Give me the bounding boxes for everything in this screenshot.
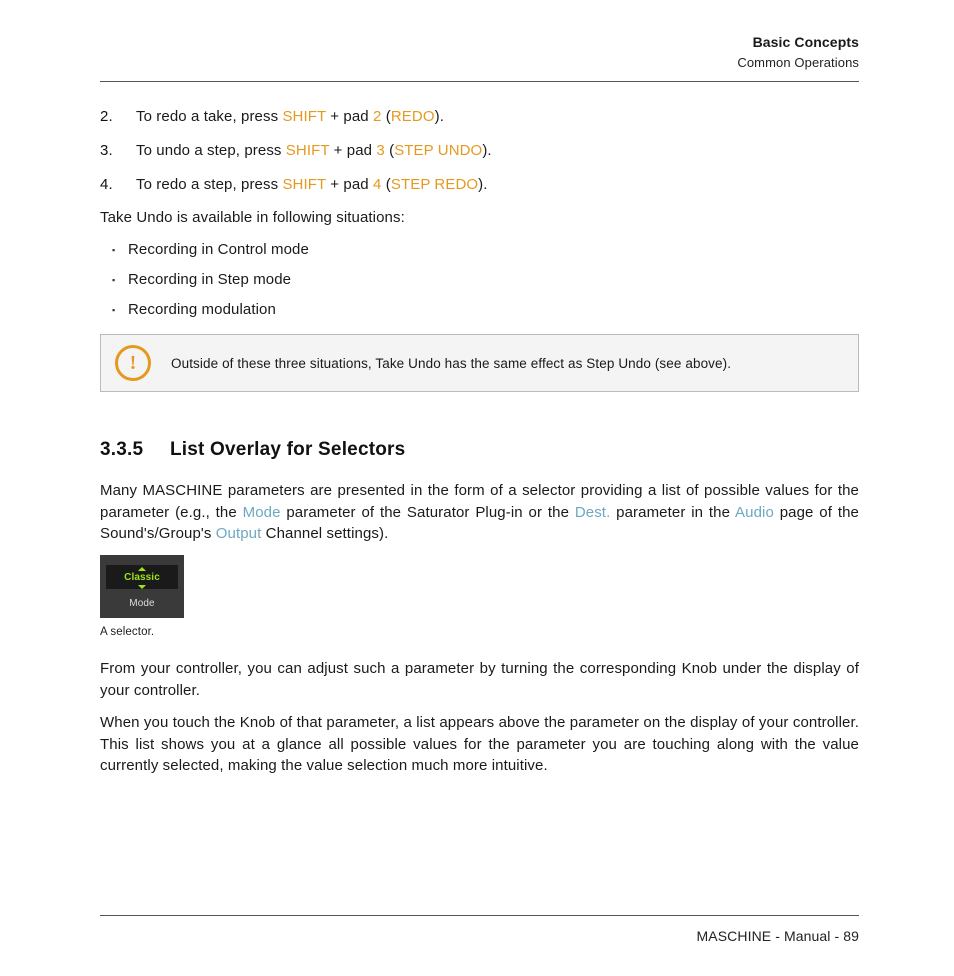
key-label: STEP UNDO (394, 142, 482, 159)
paragraph: Many MASCHINE parameters are presented i… (100, 480, 859, 545)
step-item: 3. To undo a step, press SHIFT + pad 3 (… (100, 140, 859, 162)
key-label: 3 (376, 142, 384, 159)
paragraph: Take Undo is available in following situ… (100, 207, 859, 229)
warning-icon: ! (115, 345, 151, 381)
step-number: 4. (100, 174, 136, 196)
key-label: SHIFT (282, 176, 326, 193)
header-title: Basic Concepts (100, 32, 859, 52)
header-subtitle: Common Operations (100, 54, 859, 73)
selector-chip[interactable]: Classic (106, 565, 178, 589)
key-label: REDO (391, 108, 435, 125)
step-item: 4. To redo a step, press SHIFT + pad 4 (… (100, 174, 859, 196)
key-label: STEP REDO (391, 176, 478, 193)
step-item: 2. To redo a take, press SHIFT + pad 2 (… (100, 106, 859, 128)
step-text: To undo a step, press SHIFT + pad 3 (STE… (136, 140, 492, 162)
spacer (100, 787, 859, 907)
figure-caption: A selector. (100, 624, 859, 641)
step-number: 2. (100, 106, 136, 128)
numbered-steps: 2. To redo a take, press SHIFT + pad 2 (… (100, 106, 859, 195)
inline-link[interactable]: Mode (243, 504, 281, 521)
document-page: Basic Concepts Common Operations 2. To r… (0, 0, 954, 976)
key-label: SHIFT (286, 142, 330, 159)
header-rule (100, 81, 859, 82)
chevron-up-icon (138, 567, 146, 571)
section-title: List Overlay for Selectors (170, 436, 405, 464)
selector-widget: Classic Mode (100, 555, 184, 618)
section-heading: 3.3.5 List Overlay for Selectors (100, 436, 859, 464)
step-text: To redo a take, press SHIFT + pad 2 (RED… (136, 106, 444, 128)
step-number: 3. (100, 140, 136, 162)
inline-link[interactable]: Output (216, 525, 262, 542)
inline-link[interactable]: Dest. (575, 504, 611, 521)
note-box: ! Outside of these three situations, Tak… (100, 334, 859, 392)
page-footer: MASCHINE - Manual - 89 (100, 926, 859, 946)
page-header: Basic Concepts Common Operations (100, 32, 859, 73)
step-text: To redo a step, press SHIFT + pad 4 (STE… (136, 174, 488, 196)
footer-rule (100, 915, 859, 916)
selector-label: Mode (100, 597, 184, 612)
paragraph: When you touch the Knob of that paramete… (100, 712, 859, 777)
chevron-down-icon (138, 585, 146, 589)
bullet-list: Recording in Control mode Recording in S… (100, 239, 859, 320)
paragraph: From your controller, you can adjust suc… (100, 658, 859, 702)
selector-value: Classic (106, 572, 178, 584)
bullet-item: Recording modulation (100, 299, 859, 321)
section-number: 3.3.5 (100, 436, 170, 464)
key-label: SHIFT (282, 108, 326, 125)
note-text: Outside of these three situations, Take … (171, 354, 731, 374)
bullet-item: Recording in Control mode (100, 239, 859, 261)
inline-link[interactable]: Audio (735, 504, 774, 521)
bullet-item: Recording in Step mode (100, 269, 859, 291)
